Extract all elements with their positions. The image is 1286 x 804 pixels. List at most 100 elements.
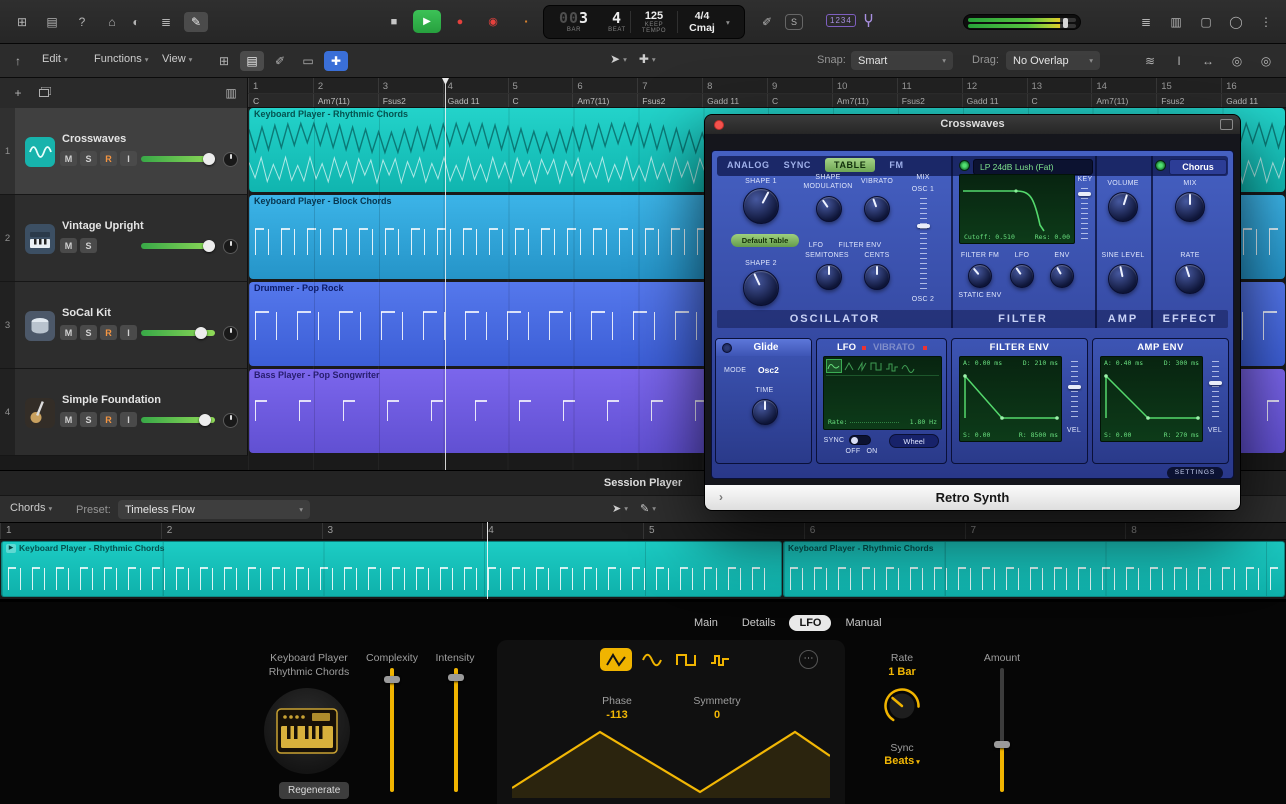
volume-slider[interactable] [141,156,215,162]
effect-mix-knob[interactable] [1175,192,1205,222]
ruler-bar-number[interactable]: 4 [443,78,508,93]
region-list-icon[interactable]: ▤ [240,51,264,71]
glide-power-button[interactable] [722,343,732,353]
track-header-simple-foundation[interactable]: 4 Simple Foundation M S R I [0,369,248,456]
filter-env-vel-slider[interactable] [1071,361,1078,421]
ruler-bar-number[interactable]: 2 [313,78,378,93]
chord-cell[interactable]: Am7(11) [572,94,637,107]
player-artwork[interactable] [264,688,350,774]
ruler-bar-number[interactable]: 8 [1125,523,1286,539]
replace-button[interactable]: ▪ [512,10,540,33]
osc-mix-slider[interactable] [920,198,927,292]
rate-knob[interactable] [883,687,921,725]
mute-button[interactable]: M [60,151,77,166]
chevron-down-icon[interactable]: ▾ [726,18,730,27]
sync-select[interactable]: Beats ▾ [872,755,932,767]
track-name[interactable]: Crosswaves [62,133,126,145]
lcd-position[interactable]: 003 BAR [544,6,604,38]
resonance-value[interactable]: Res: 0.00 [1035,233,1070,241]
plugin-title-bar[interactable]: Crosswaves [705,115,1240,134]
ruler-bar-number[interactable]: 1 [248,78,313,93]
glide-mode-value[interactable]: Osc2 [758,365,779,375]
editor-playhead[interactable] [487,522,488,599]
amp-env-vel-slider[interactable] [1212,361,1219,421]
waveform-square-button[interactable] [670,648,702,671]
tab-fm[interactable]: FM [889,160,903,170]
slider-handle[interactable] [1209,381,1222,385]
track-name[interactable]: Vintage Upright [62,220,144,232]
effect-type-select[interactable]: Chorus [1169,159,1227,175]
count-in-button[interactable]: 1234 [826,14,856,27]
automation-icon[interactable]: ✐ [268,51,292,71]
track-header-options-icon[interactable]: ▥ [219,83,243,103]
track-header-socal-kit[interactable]: 3 SoCal Kit M S R I [0,282,248,369]
input-monitor-button[interactable]: I [120,325,137,340]
waveform-sine-button[interactable] [636,648,668,671]
decay-value[interactable]: D: 300 ms [1164,359,1199,367]
regenerate-button[interactable]: Regenerate [279,782,349,799]
solo-button[interactable]: S [80,325,97,340]
attack-value[interactable]: A: 0.40 ms [1104,359,1143,367]
ruler-bar-number[interactable]: 13 [1027,78,1092,93]
tab-lfo[interactable]: LFO [789,615,831,631]
chord-cell[interactable]: Gadd 11 [1221,94,1286,107]
add-track-button[interactable]: + [6,83,30,103]
chorus-power-button[interactable] [1155,160,1166,171]
play-button[interactable]: ▶ [413,10,441,33]
chord-cell[interactable]: Gadd 11 [962,94,1027,107]
vertical-zoom-icon[interactable]: I [1167,51,1191,71]
volume-knob[interactable] [1108,192,1138,222]
zoom-knob-icon[interactable]: ◎ [1254,51,1278,71]
vibrato-knob[interactable] [864,196,890,222]
more-options-button[interactable]: ⋯ [799,650,818,669]
ruler-bar-number[interactable]: 3 [378,78,443,93]
chord-cell[interactable]: Fsus2 [637,94,702,107]
shape-modulation-knob[interactable] [816,196,842,222]
slider-handle[interactable] [448,674,464,681]
slider-handle[interactable] [994,741,1010,748]
chord-cell[interactable]: Am7(11) [1091,94,1156,107]
cents-knob[interactable] [864,264,890,290]
ruler-bar-number[interactable]: 11 [897,78,962,93]
solo-button[interactable]: S [80,412,97,427]
playhead[interactable] [445,78,446,470]
sustain-value[interactable]: S: 0.00 [963,431,990,439]
filter-env-display[interactable]: A: 0.00 ms D: 210 ms S: 0.00 R: 8500 ms [959,356,1062,442]
slider-handle[interactable] [1068,385,1081,389]
stop-button[interactable]: ■ [380,10,408,33]
dim-icon[interactable]: ◐ [124,12,148,32]
chord-cell[interactable]: C [1027,94,1092,107]
bar-ruler[interactable]: 12345678910111213141516 [248,78,1286,94]
volume-slider[interactable] [141,330,215,336]
volume-slider[interactable] [141,243,215,249]
track-header-crosswaves[interactable]: 1 Crosswaves M S R I [0,108,248,195]
lcd-beat[interactable]: 4 BEAT [604,6,630,38]
ruler-bar-number[interactable]: 8 [702,78,767,93]
main-window-icon[interactable]: ⊞ [10,12,34,32]
ruler-bar-number[interactable]: 5 [643,523,804,539]
intensity-slider[interactable] [454,668,458,792]
chat-icon[interactable]: ◯ [1224,12,1248,32]
mute-button[interactable]: M [60,238,77,253]
tuner-icon[interactable] [863,13,874,28]
left-click-tool-menu[interactable]: ➤▾ [610,52,627,66]
symmetry-value[interactable]: 0 [685,709,749,721]
lfo-rate-value[interactable]: 1.80 Hz [910,418,937,426]
editors-icon[interactable]: ✎ [184,12,208,32]
mute-button[interactable]: M [60,412,77,427]
ruler-bar-number[interactable]: 7 [965,523,1126,539]
lfo-wave-shapes[interactable] [826,359,941,373]
chord-cell[interactable]: C [248,94,313,107]
slider-handle[interactable] [384,676,400,683]
input-monitor-button[interactable]: I [120,412,137,427]
settings-button[interactable]: SETTINGS [1167,467,1223,479]
volume-handle[interactable] [203,240,215,252]
zoom-knob-icon[interactable]: ◎ [1225,51,1249,71]
tab-main[interactable]: Main [684,615,728,631]
filter-power-button[interactable] [959,160,970,171]
editor-region-1[interactable]: ▶Keyboard Player - Rhythmic Chords [1,541,782,597]
filter-env-amount-knob[interactable] [1050,264,1074,288]
lcd-display[interactable]: 003 BAR 4 BEAT 125 KEEP TEMPO 4/4 Cmaj ▾ [543,5,745,39]
input-monitor-button[interactable]: I [120,151,137,166]
shape2-knob[interactable] [743,270,779,306]
